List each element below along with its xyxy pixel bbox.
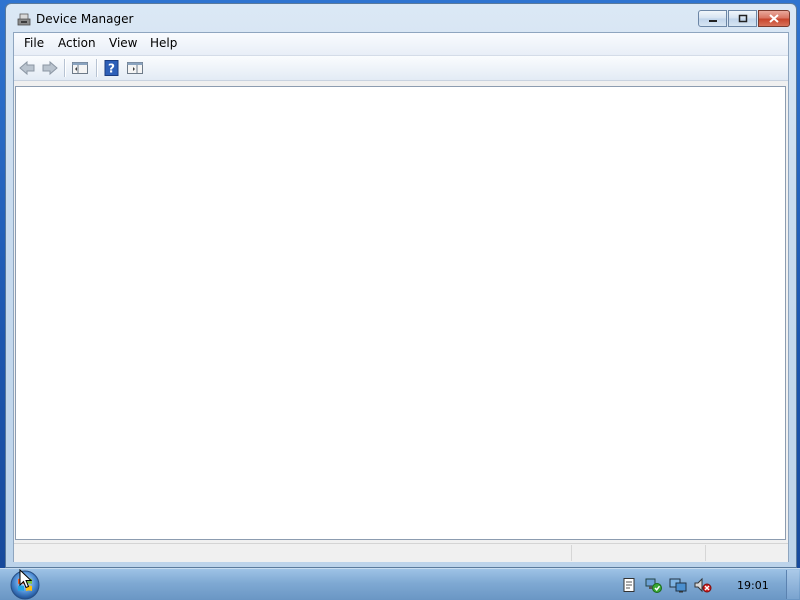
back-arrow-icon[interactable] bbox=[18, 60, 36, 76]
taskbar-clock[interactable]: 19:01 bbox=[737, 579, 769, 592]
show-desktop-button[interactable] bbox=[786, 570, 799, 599]
window-client-area: File Action View Help ? bbox=[13, 32, 789, 562]
maximize-icon bbox=[738, 14, 747, 23]
caption-buttons bbox=[697, 10, 790, 28]
close-button[interactable] bbox=[758, 10, 790, 27]
window-title: Device Manager bbox=[36, 12, 134, 26]
menu-action[interactable]: Action bbox=[58, 36, 96, 50]
status-pane bbox=[705, 545, 788, 561]
device-manager-icon bbox=[16, 11, 32, 27]
action-center-icon[interactable] bbox=[621, 577, 637, 593]
close-icon bbox=[769, 14, 779, 23]
status-pane bbox=[571, 545, 705, 561]
network-icon[interactable] bbox=[645, 577, 662, 593]
menu-help[interactable]: Help bbox=[150, 36, 177, 50]
mouse-cursor-icon bbox=[19, 568, 33, 589]
minimize-icon bbox=[708, 19, 717, 22]
display-icon[interactable] bbox=[669, 577, 687, 593]
menu-bar: File Action View Help bbox=[14, 33, 788, 56]
maximize-button[interactable] bbox=[728, 10, 757, 27]
toolbar-separator bbox=[96, 59, 98, 77]
taskbar: 19:01 bbox=[0, 568, 800, 600]
show-hide-console-tree-icon[interactable] bbox=[71, 60, 89, 76]
title-bar[interactable]: Device Manager bbox=[6, 4, 796, 32]
menu-view[interactable]: View bbox=[109, 36, 137, 50]
device-tree-pane[interactable] bbox=[15, 86, 786, 540]
device-manager-window: Device Manager File Action View Help ? bbox=[5, 3, 797, 568]
help-icon[interactable]: ? bbox=[103, 60, 121, 76]
status-bar bbox=[14, 543, 788, 562]
forward-arrow-icon[interactable] bbox=[41, 60, 59, 76]
menu-file[interactable]: File bbox=[24, 36, 44, 50]
show-hide-action-pane-icon[interactable] bbox=[126, 60, 144, 76]
minimize-button[interactable] bbox=[698, 10, 727, 27]
volume-muted-icon[interactable] bbox=[694, 577, 712, 593]
svg-text:?: ? bbox=[108, 62, 115, 76]
toolbar: ? bbox=[14, 56, 788, 81]
toolbar-separator bbox=[64, 59, 66, 77]
